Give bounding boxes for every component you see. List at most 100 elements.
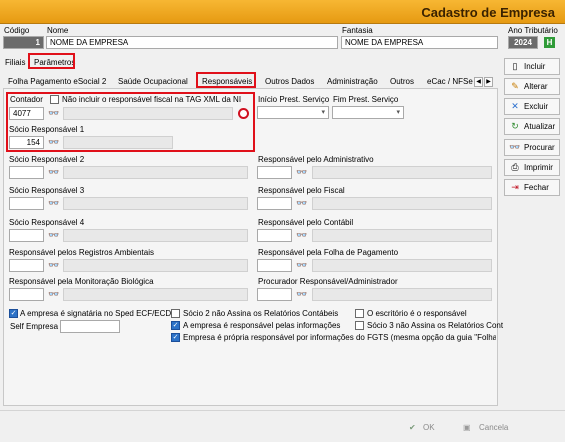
socio1-name-field bbox=[63, 136, 173, 149]
fiscal-search-icon[interactable]: 👓 bbox=[296, 198, 308, 209]
tab-administracao[interactable]: Administração bbox=[327, 77, 378, 86]
contabil-name-field bbox=[312, 229, 492, 242]
incluir-button[interactable]: ▯ Incluir bbox=[504, 58, 560, 75]
biologica-name-field bbox=[63, 288, 248, 301]
fim-date-select[interactable]: ▾ bbox=[332, 106, 404, 119]
socio2-label: Sócio Responsável 2 bbox=[9, 155, 85, 164]
ano-lookup-icon[interactable]: H bbox=[544, 37, 555, 48]
ambientais-name-field bbox=[63, 259, 248, 272]
new-doc-icon: ▯ bbox=[512, 61, 518, 71]
ambientais-label: Responsável pelos Registros Ambientais bbox=[9, 248, 154, 257]
procurador-label: Procurador Responsável/Administrador bbox=[258, 277, 398, 286]
socio3-assina-checkbox[interactable] bbox=[355, 321, 364, 330]
fantasia-label: Fantasia bbox=[342, 26, 373, 35]
socio3-name-field bbox=[63, 197, 248, 210]
socio4-code-input[interactable] bbox=[9, 229, 44, 242]
contador-clear-icon[interactable] bbox=[238, 108, 249, 119]
ambientais-search-icon[interactable]: 👓 bbox=[48, 260, 60, 271]
sped-label: A empresa é signatária no Sped ECF/ECD bbox=[20, 309, 172, 318]
administrativo-name-field bbox=[312, 166, 492, 179]
self-empresa-label: Self Empresa bbox=[10, 322, 59, 331]
fim-label: Fim Prest. Serviço bbox=[333, 95, 399, 104]
nome-field[interactable]: NOME DA EMPRESA bbox=[46, 36, 338, 49]
printer-icon: ⎙ bbox=[511, 162, 519, 172]
alterar-button[interactable]: ✎ Alterar bbox=[504, 78, 560, 95]
tab-outros[interactable]: Outros bbox=[390, 77, 414, 86]
fiscal-code-input[interactable] bbox=[257, 197, 292, 210]
contabil-search-icon[interactable]: 👓 bbox=[296, 230, 308, 241]
ambientais-code-input[interactable] bbox=[9, 259, 44, 272]
folha-search-icon[interactable]: 👓 bbox=[296, 260, 308, 271]
socio2-code-input[interactable] bbox=[9, 166, 44, 179]
procurar-button[interactable]: 👓 Procurar bbox=[504, 139, 560, 156]
socio2-name-field bbox=[63, 166, 248, 179]
fantasia-field[interactable]: NOME DA EMPRESA bbox=[341, 36, 498, 49]
socio3-code-input[interactable] bbox=[9, 197, 44, 210]
tab-outros-dados[interactable]: Outros Dados bbox=[265, 77, 314, 86]
tab-ecac-nfse[interactable]: eCac / NFSe bbox=[427, 77, 473, 86]
fiscal-label: Responsável pelo Fiscal bbox=[258, 186, 345, 195]
nao-incluir-checkbox[interactable] bbox=[50, 95, 59, 104]
escritorio-checkbox[interactable] bbox=[355, 309, 364, 318]
tab-filiais[interactable]: Filiais bbox=[5, 58, 25, 67]
contador-name-field bbox=[63, 107, 233, 120]
socio4-name-field bbox=[63, 229, 248, 242]
fiscal-name-field bbox=[312, 197, 492, 210]
cancel-button[interactable]: ▣ Cancela bbox=[461, 419, 516, 436]
fechar-button[interactable]: ⇥ Fechar bbox=[504, 179, 560, 196]
socio1-code-input[interactable]: 154 bbox=[9, 136, 44, 149]
socio1-label: Sócio Responsável 1 bbox=[9, 125, 85, 134]
atualizar-button[interactable]: ↻ Atualizar bbox=[504, 118, 560, 135]
window-title: Cadastro de Empresa bbox=[421, 5, 555, 20]
escritorio-label: O escritório é o responsável bbox=[367, 309, 467, 318]
resp-info-checkbox[interactable]: ✓ bbox=[171, 321, 180, 330]
folha-label: Responsável pela Folha de Pagamento bbox=[258, 248, 399, 257]
ano-field[interactable]: 2024 bbox=[508, 36, 538, 49]
administrativo-label: Responsável pelo Administrativo bbox=[258, 155, 374, 164]
biologica-search-icon[interactable]: 👓 bbox=[48, 289, 60, 300]
socio2-search-icon[interactable]: 👓 bbox=[48, 167, 60, 178]
refresh-icon: ↻ bbox=[511, 121, 519, 131]
check-icon: ✔ bbox=[409, 423, 416, 432]
inicio-label: Início Prest. Serviço bbox=[258, 95, 330, 104]
administrativo-search-icon[interactable]: 👓 bbox=[296, 167, 308, 178]
socio2-assina-checkbox[interactable] bbox=[171, 309, 180, 318]
socio3-search-icon[interactable]: 👓 bbox=[48, 198, 60, 209]
tab-folha-esocial[interactable]: Folha Pagamento eSocial 2 bbox=[8, 77, 106, 86]
fgts-checkbox[interactable]: ✓ bbox=[171, 333, 180, 342]
delete-icon: ✕ bbox=[511, 101, 519, 111]
highlight-parametros bbox=[28, 53, 75, 69]
tab-saude[interactable]: Saúde Ocupacional bbox=[118, 77, 188, 86]
pencil-icon: ✎ bbox=[511, 81, 519, 91]
folha-code-input[interactable] bbox=[257, 259, 292, 272]
sped-checkbox[interactable]: ✓ bbox=[9, 309, 18, 318]
contador-search-icon[interactable]: 👓 bbox=[48, 108, 60, 119]
ano-label: Ano Tributário bbox=[508, 26, 558, 35]
tab-scroll-left-icon[interactable]: ◀ bbox=[474, 77, 483, 87]
socio1-search-icon[interactable]: 👓 bbox=[48, 137, 60, 148]
nome-label: Nome bbox=[47, 26, 69, 35]
procurador-search-icon[interactable]: 👓 bbox=[296, 289, 308, 300]
self-empresa-input[interactable] bbox=[60, 320, 120, 333]
contabil-code-input[interactable] bbox=[257, 229, 292, 242]
procurador-code-input[interactable] bbox=[257, 288, 292, 301]
inicio-date-select[interactable]: ▾ bbox=[257, 106, 329, 119]
ok-button[interactable]: ✔ OK bbox=[407, 419, 455, 436]
contabil-label: Responsável pelo Contábil bbox=[258, 218, 354, 227]
biologica-code-input[interactable] bbox=[9, 288, 44, 301]
contador-label: Contador bbox=[10, 95, 43, 104]
exit-icon: ⇥ bbox=[511, 182, 519, 192]
fgts-label: Empresa é própria responsável por inform… bbox=[183, 333, 496, 342]
socio2-assina-label: Sócio 2 não Assina os Relatórios Contábe… bbox=[183, 309, 339, 318]
contador-code-input[interactable]: 4077 bbox=[9, 107, 44, 120]
nao-incluir-label: Não incluir o responsável fiscal na TAG … bbox=[62, 95, 242, 104]
procurador-name-field bbox=[312, 288, 492, 301]
folha-name-field bbox=[312, 259, 492, 272]
tab-scroll-right-icon[interactable]: ▶ bbox=[484, 77, 493, 87]
excluir-button[interactable]: ✕ Excluir bbox=[504, 98, 560, 115]
administrativo-code-input[interactable] bbox=[257, 166, 292, 179]
codigo-field[interactable]: 1 bbox=[3, 36, 44, 49]
socio4-search-icon[interactable]: 👓 bbox=[48, 230, 60, 241]
socio3-assina-label: Sócio 3 não Assina os Relatórios Cont bbox=[367, 321, 504, 330]
imprimir-button[interactable]: ⎙ Imprimir bbox=[504, 159, 560, 176]
